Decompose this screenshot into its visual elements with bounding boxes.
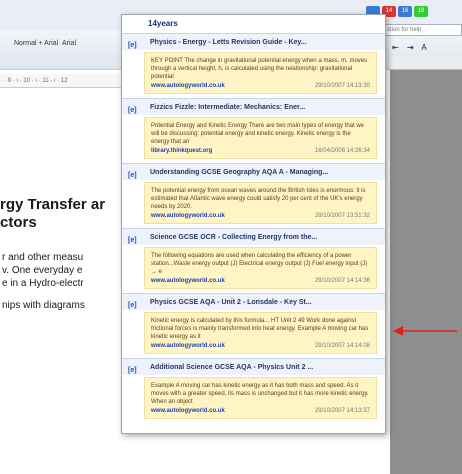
web-result-icon: [e] — [128, 237, 137, 244]
result-title-text[interactable]: Physics - Energy - Letts Revision Guide … — [150, 39, 307, 46]
result-entry[interactable]: [e] Understanding GCSE Geography AQA A -… — [122, 163, 385, 224]
popup-title: 14years — [122, 15, 385, 33]
result-title-text[interactable]: Additional Science GCSE AQA - Physics Un… — [150, 364, 313, 371]
indent-buttons[interactable]: ⇤ ⇥ A — [392, 43, 430, 52]
tray-badge[interactable]: 16 — [398, 6, 412, 17]
result-title-text[interactable]: Understanding GCSE Geography AQA A - Man… — [150, 169, 328, 176]
result-date: 29/10/2007 14:13:37 — [314, 408, 370, 414]
web-result-icon: [e] — [128, 302, 137, 309]
snippet-text: The potential energy from ocean waves ar… — [151, 188, 366, 210]
result-url-link[interactable]: www.autologyworld.co.uk — [151, 277, 225, 285]
font-dropdown[interactable]: Arial — [62, 40, 76, 47]
result-title[interactable]: [e] Fizzics Fizzle: Intermediate: Mechan… — [122, 98, 385, 115]
document-heading: rgy Transfer ar ctors — [0, 196, 105, 232]
result-snippet: Kinetic energy is calculated by this for… — [144, 312, 377, 354]
result-entry[interactable]: [e] Science GCSE OCR - Collecting Energy… — [122, 228, 385, 289]
document-text: e in a Hydro-electr — [2, 278, 84, 289]
result-entry[interactable]: [e] Physics GCSE AQA - Unit 2 - Lonsdale… — [122, 293, 385, 354]
ruler-right — [390, 56, 462, 70]
heading-line: rgy Transfer ar — [0, 196, 106, 213]
snippet-text: Potential Energy and Kinetic Energy Ther… — [151, 123, 365, 145]
snippet-text: Example A moving car has kinetic energy … — [151, 383, 369, 405]
result-url-link[interactable]: www.autologyworld.co.uk — [151, 342, 225, 350]
red-arrow-icon — [393, 326, 457, 336]
result-title-text[interactable]: Physics GCSE AQA - Unit 2 - Lonsdale - K… — [150, 299, 312, 306]
result-snippet: Example A moving car has kinetic energy … — [144, 377, 377, 419]
style-dropdown[interactable]: Normal + Arial — [14, 40, 58, 47]
result-title[interactable]: [e] Science GCSE OCR - Collecting Energy… — [122, 228, 385, 245]
ruler: · 9 · ı · 10 · ı · 11 · ı · 12 — [0, 74, 130, 88]
search-results-popup: 14years [e] Physics - Energy - Letts Rev… — [121, 14, 386, 434]
help-search-input[interactable]: stion for help — [380, 24, 462, 36]
result-date: 29/10/2007 14:13:30 — [314, 83, 370, 89]
result-url-link[interactable]: library.thinkquest.org — [151, 147, 212, 155]
web-result-icon: [e] — [128, 172, 137, 179]
result-entry[interactable]: [e] Fizzics Fizzle: Intermediate: Mechan… — [122, 98, 385, 159]
snippet-text: Kinetic energy is calculated by this for… — [151, 318, 369, 340]
result-url-link[interactable]: www.autologyworld.co.uk — [151, 212, 225, 220]
result-url-link[interactable]: www.autologyworld.co.uk — [151, 82, 225, 90]
result-title[interactable]: [e] Understanding GCSE Geography AQA A -… — [122, 163, 385, 180]
snippet-text: KEY POINT The change in gravitational po… — [151, 58, 368, 80]
result-title[interactable]: [e] Additional Science GCSE AQA - Physic… — [122, 358, 385, 375]
result-entry[interactable]: [e] Physics - Energy - Letts Revision Gu… — [122, 33, 385, 94]
result-title[interactable]: [e] Physics GCSE AQA - Unit 2 - Lonsdale… — [122, 293, 385, 310]
tray-badge[interactable]: 18 — [414, 6, 428, 17]
result-title-text[interactable]: Science GCSE OCR - Collecting Energy fro… — [150, 234, 317, 241]
web-result-icon: [e] — [128, 42, 137, 49]
result-url-link[interactable]: www.autologyworld.co.uk — [151, 407, 225, 415]
result-entry[interactable]: [e] Additional Science GCSE AQA - Physic… — [122, 358, 385, 419]
document-text: nips with diagrams — [2, 300, 85, 311]
result-snippet: The potential energy from ocean waves ar… — [144, 182, 377, 224]
result-title[interactable]: [e] Physics - Energy - Letts Revision Gu… — [122, 33, 385, 50]
result-date: 29/10/2007 14:14:08 — [314, 343, 370, 349]
web-result-icon: [e] — [128, 367, 137, 374]
document-text: v. One everyday e — [2, 265, 83, 276]
document-text: r and other measu — [2, 252, 84, 263]
result-snippet: The following equations are used when ca… — [144, 247, 377, 289]
result-snippet: KEY POINT The change in gravitational po… — [144, 52, 377, 94]
snippet-text: The following equations are used when ca… — [151, 253, 368, 275]
result-date: 29/10/2007 14:14:36 — [314, 278, 370, 284]
result-title-text[interactable]: Fizzics Fizzle: Intermediate: Mechanics:… — [150, 104, 305, 111]
heading-line: ctors — [0, 214, 37, 231]
result-date: 16/04/2008 14:26:34 — [314, 148, 370, 154]
web-result-icon: [e] — [128, 107, 137, 114]
result-date: 29/10/2007 13:51:32 — [314, 213, 370, 219]
result-snippet: Potential Energy and Kinetic Energy Ther… — [144, 117, 377, 159]
document-margin-pane — [390, 56, 462, 474]
